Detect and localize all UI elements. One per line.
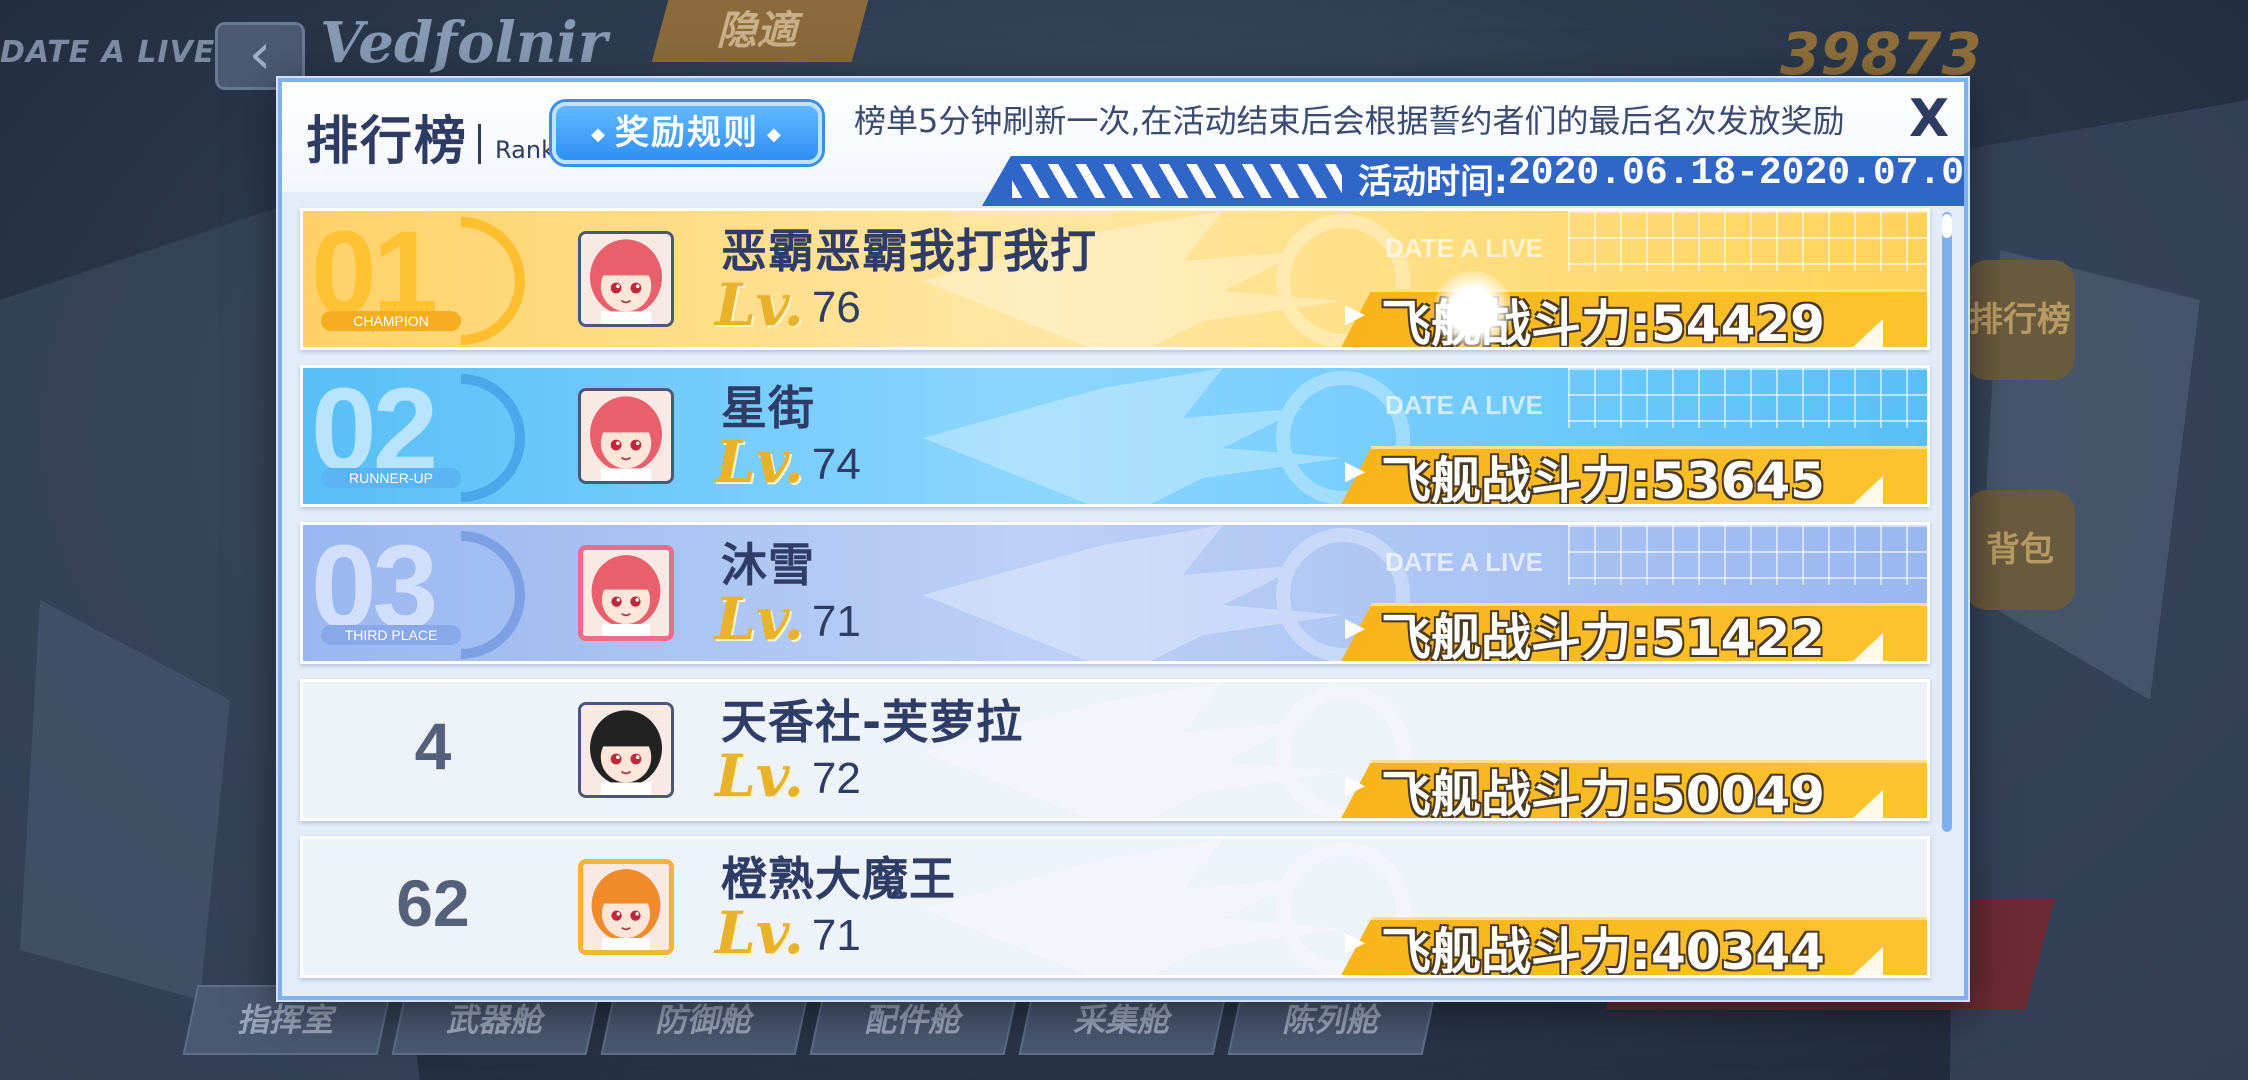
player-avatar[interactable] <box>578 859 674 955</box>
rank-title: THIRD PLACE <box>321 625 461 645</box>
reward-rules-label: 奖励规则 <box>615 113 759 153</box>
level-label: Lv. <box>715 742 804 810</box>
row-brand: DATE A LIVE <box>1385 233 1543 263</box>
player-level: Lv. 72 <box>715 746 861 806</box>
grid-decoration <box>1568 368 1927 428</box>
ranking-list: 01 CHAMPION DATE A LIVE 恶霸恶霸我打我打 Lv. 76 ▶ 飞舰战斗力… <box>300 208 1930 993</box>
play-arrow-icon: ▶ <box>1345 456 1365 486</box>
row-brand: DATE A LIVE <box>1385 390 1543 420</box>
power-value: 53645 <box>1651 452 1825 507</box>
side-button-rank[interactable]: 排行榜 <box>1965 260 2075 380</box>
rank-row[interactable]: 4 天香社-芙萝拉 Lv. 72 ▶ 飞舰战斗力:50049 <box>300 679 1930 821</box>
level-value: 74 <box>811 440 861 489</box>
rank-title: RUNNER-UP <box>321 468 461 488</box>
play-arrow-icon: ▶ <box>1345 299 1365 329</box>
stripe-decoration <box>1012 164 1342 198</box>
power-value: 51422 <box>1651 609 1825 664</box>
ship-power: 飞舰战斗力:40344 <box>1381 912 1825 978</box>
play-arrow-icon: ▶ <box>1345 770 1365 800</box>
play-arrow-icon: ▶ <box>1345 927 1365 957</box>
level-value: 71 <box>811 911 861 960</box>
player-avatar[interactable] <box>578 545 674 641</box>
ship-power: 飞舰战斗力:51422 <box>1381 598 1825 664</box>
game-logo: DATE A LIVE <box>0 35 216 70</box>
close-button[interactable]: X <box>1904 90 1954 148</box>
player-level: Lv. 76 <box>715 275 861 335</box>
power-value: 40344 <box>1651 923 1825 978</box>
modal-subtitle: Rank <box>495 136 555 164</box>
rank-title: CHAMPION <box>321 311 461 331</box>
avatar-portrait-icon <box>583 550 669 636</box>
level-label: Lv. <box>715 899 804 967</box>
scrollbar[interactable] <box>1942 212 1952 832</box>
rank-badge: 03 THIRD PLACE <box>311 525 552 661</box>
refresh-notice: 榜单5分钟刷新一次,在活动结束后会根据誓约者们的最后名次发放奖励 <box>854 102 1845 140</box>
power-value: 54429 <box>1651 295 1825 350</box>
player-level: Lv. 71 <box>715 903 861 963</box>
modal-title-group: 排行榜 Rank <box>306 114 555 170</box>
ship-power: 飞舰战斗力:53645 <box>1381 441 1825 507</box>
rank-row[interactable]: 03 THIRD PLACE DATE A LIVE 沐雪 Lv. 71 ▶ 飞舰战斗力:51… <box>300 522 1930 664</box>
level-label: Lv. <box>715 585 804 653</box>
plate-corner <box>1853 476 1883 504</box>
avatar-portrait-icon <box>581 234 671 324</box>
player-avatar[interactable] <box>578 231 674 327</box>
avatar-portrait-icon <box>581 705 671 795</box>
level-label: Lv. <box>715 271 804 339</box>
diamond-icon: ◆ <box>767 123 783 145</box>
title-divider <box>478 124 482 164</box>
row-brand: DATE A LIVE <box>1385 547 1543 577</box>
event-title: Vedfolnir <box>320 10 608 76</box>
level-value: 72 <box>811 754 861 803</box>
power-label: 飞舰战斗力: <box>1381 766 1651 821</box>
plate-corner <box>1853 947 1883 975</box>
player-avatar[interactable] <box>578 388 674 484</box>
rank-row[interactable]: 62 橙熟大魔王 Lv. 71 ▶ 飞舰战斗力:40344 <box>300 836 1930 978</box>
reward-rules-button[interactable]: ◆ 奖励规则 ◆ <box>552 102 822 164</box>
rank-badge: 01 CHAMPION <box>311 211 552 347</box>
grid-decoration <box>1568 525 1927 585</box>
rank-badge: 02 RUNNER-UP <box>311 368 552 504</box>
player-level: Lv. 71 <box>715 589 861 649</box>
level-label: Lv. <box>715 428 804 496</box>
level-value: 76 <box>811 283 861 332</box>
power-label: 飞舰战斗力: <box>1381 923 1651 978</box>
power-label: 飞舰战斗力: <box>1381 609 1651 664</box>
ship-power: 飞舰战斗力:50049 <box>1381 755 1825 821</box>
avatar-portrait-icon <box>583 864 669 950</box>
event-time-label: 活动时间: <box>1358 162 1508 202</box>
play-arrow-icon: ▶ <box>1345 613 1365 643</box>
plate-corner <box>1853 633 1883 661</box>
power-label: 飞舰战斗力: <box>1381 295 1651 350</box>
ranking-modal: 排行榜 Rank ◆ 奖励规则 ◆ 榜单5分钟刷新一次,在活动结束后会根据誓约者们的… <box>278 78 1968 1000</box>
scrollbar-thumb[interactable] <box>1942 214 1952 238</box>
player-level: Lv. 74 <box>715 432 861 492</box>
rank-number: 4 <box>414 709 452 783</box>
power-label: 飞舰战斗力: <box>1381 452 1651 507</box>
rank-row[interactable]: 02 RUNNER-UP DATE A LIVE 星街 Lv. 74 ▶ 飞舰战斗力:5364… <box>300 365 1930 507</box>
plate-corner <box>1853 319 1883 347</box>
level-value: 71 <box>811 597 861 646</box>
plate-corner <box>1853 790 1883 818</box>
sparkle-effect <box>1433 271 1513 347</box>
modal-title: 排行榜 <box>306 112 469 172</box>
player-avatar[interactable] <box>578 702 674 798</box>
grid-decoration <box>1568 211 1927 271</box>
side-button-bag[interactable]: 背包 <box>1965 490 2075 610</box>
event-time-value: 2020.06.18-2020.07.02 <box>1508 152 1968 195</box>
event-tag: 隐適 <box>651 0 869 62</box>
avatar-portrait-icon <box>581 391 671 481</box>
rank-row[interactable]: 01 CHAMPION DATE A LIVE 恶霸恶霸我打我打 Lv. 76 ▶ 飞舰战斗力… <box>300 208 1930 350</box>
rank-number: 62 <box>396 866 470 940</box>
modal-header: 排行榜 Rank ◆ 奖励规则 ◆ 榜单5分钟刷新一次,在活动结束后会根据誓约者们的… <box>282 82 1964 206</box>
diamond-icon: ◆ <box>591 123 607 145</box>
power-value: 50049 <box>1651 766 1825 821</box>
